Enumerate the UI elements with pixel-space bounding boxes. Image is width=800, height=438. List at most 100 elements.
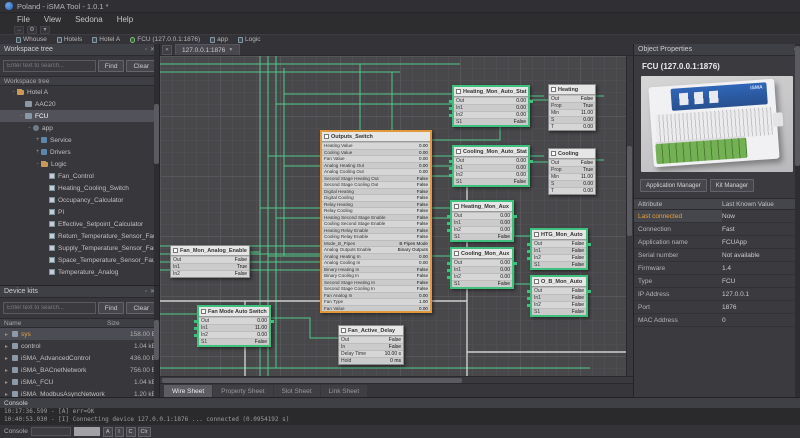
tree-item-heating-cooling-switch[interactable]: Heating_Cooling_Switch <box>0 182 159 194</box>
block-heating-mon-aux[interactable]: Heating_Mon_AuxOut0.00In10.00In20.00S1Fa… <box>450 200 514 242</box>
attribute-row-type[interactable]: TypeFCU <box>634 275 800 288</box>
run-arrow-icon[interactable]: → <box>14 26 24 34</box>
block-fan-mon-analog-enable[interactable]: Fan_Mon_Analog_EnableOutFalseIn1TrueIn2F… <box>170 245 250 278</box>
slot-row: Delay Time10.00 s <box>339 350 403 357</box>
tree-clear-button[interactable]: Clear <box>126 60 156 72</box>
kits-find-button[interactable]: Find <box>98 302 125 314</box>
console-button-c[interactable]: C <box>126 427 136 437</box>
attribute-row-application-name[interactable]: Application nameFCUApp <box>634 236 800 249</box>
menu-help[interactable]: Help <box>110 15 140 24</box>
slot-value: 0.00 <box>583 117 593 123</box>
console-button-i[interactable]: I <box>115 427 124 437</box>
tree-item-return-temperature-sensor-fault[interactable]: Return_Temperature_Sensor_Fault <box>0 230 159 242</box>
block-htg-mon-auto[interactable]: HTG_Mon_AutoOutFalseIn1FalseIn2FalseS1Fa… <box>530 228 588 270</box>
block-heating[interactable]: HeatingOutFalsePropTrueMin11.00S0.00T0.0… <box>548 84 596 131</box>
attribute-row-ip-address[interactable]: IP Address127.0.0.1 <box>634 288 800 301</box>
kit-row-isma-bacnetnetwork[interactable]: ▸iSMA_BACnetNetwork756.00 B <box>0 364 159 376</box>
application-manager-button[interactable]: Application Manager <box>640 179 707 192</box>
tree-item-supply-temperature-sensor-fault[interactable]: Supply_Temperature_Sensor_Fault <box>0 242 159 254</box>
wire-sheet-canvas[interactable]: Outputs_SwitchHeating Value0.00Cooling V… <box>160 56 626 376</box>
tree-item-temperature-analog[interactable]: Temperature_Analog <box>0 266 159 278</box>
block-o-b-mon-auto[interactable]: O_B_Mon_AutoOutFalseIn1FalseIn2FalseS1Fa… <box>530 275 588 317</box>
attribute-row-last-connected[interactable]: Last connectedNow <box>634 210 800 223</box>
slot-value: False <box>417 195 428 200</box>
expander-icon[interactable]: - <box>10 89 17 95</box>
expander-icon[interactable]: + <box>34 149 41 155</box>
tree-item-effective-setpoint-calculator[interactable]: Effective_Setpoint_Calculator <box>0 218 159 230</box>
dropdown-caret-icon[interactable]: ▾ <box>40 26 50 34</box>
sheet-tab-wire-sheet[interactable]: Wire Sheet <box>164 385 212 397</box>
expander-icon[interactable]: ▸ <box>3 367 10 374</box>
console-input-selection[interactable] <box>74 427 100 436</box>
expander-icon[interactable]: + <box>34 137 41 143</box>
expander-icon[interactable]: ▸ <box>3 379 10 386</box>
sheet-tab-property-sheet[interactable]: Property Sheet <box>213 385 272 397</box>
console-button-clr[interactable]: Clr <box>138 427 151 437</box>
kits-search-input[interactable] <box>3 302 96 314</box>
tree-item-logic[interactable]: -Logic <box>0 158 159 170</box>
canvas-horizontal-scrollbar[interactable] <box>160 376 633 383</box>
expander-icon[interactable]: ▸ <box>3 331 10 338</box>
block-cooling-mon-aux[interactable]: Cooling_Mon_AuxOut0.00In10.00In20.00S1Fa… <box>450 247 514 289</box>
tab-app[interactable]: app <box>206 35 232 44</box>
pin-icon[interactable]: ▫ <box>145 47 147 53</box>
expander-icon[interactable]: - <box>18 113 25 119</box>
kit-row-isma-fcu[interactable]: ▸iSMA_FCU1.04 kB <box>0 376 159 388</box>
block-cooling-mon-auto-stat[interactable]: Cooling_Mon_Auto_StatOut0.00In10.00In20.… <box>452 145 530 187</box>
sheet-tab-slot-sheet[interactable]: Slot Sheet <box>274 385 320 397</box>
block-cooling[interactable]: CoolingOutFalsePropTrueMin11.00S0.00T0.0… <box>548 148 596 195</box>
slot-row: In1True <box>171 263 249 270</box>
tree-search-input[interactable] <box>3 60 96 72</box>
kits-clear-button[interactable]: Clear <box>126 302 156 314</box>
tree-item-pi[interactable]: PI <box>0 206 159 218</box>
canvas-vertical-scrollbar[interactable] <box>626 56 633 376</box>
attribute-row-firmware[interactable]: Firmware1.4 <box>634 262 800 275</box>
menu-file[interactable]: File <box>10 15 37 24</box>
tab-logic[interactable]: Logic <box>234 35 265 44</box>
kit-row-sys[interactable]: ▸sys158.00 B <box>0 328 159 340</box>
sheet-tab-link-sheet[interactable]: Link Sheet <box>321 385 368 397</box>
settings-gear-icon[interactable]: ⚙ <box>27 26 37 34</box>
tree-item-fan-control[interactable]: Fan_Control <box>0 170 159 182</box>
tree-item-occupancy-calculator[interactable]: Occupancy_Calculator <box>0 194 159 206</box>
tab-whouse[interactable]: Whouse <box>12 35 51 44</box>
tree-item-hotel-a[interactable]: -Hotel A <box>0 86 159 98</box>
kits-col-name[interactable]: Name <box>4 320 107 327</box>
kit-row-isma-advancedcontrol[interactable]: ▸iSMA_AdvancedControl436.00 B <box>0 352 159 364</box>
tree-item-drivers[interactable]: +Drivers <box>0 146 159 158</box>
tree-item-space-temperature-sensor-fault[interactable]: Space_Temperature_Sensor_Fault <box>0 254 159 266</box>
tab-hotels[interactable]: Hotels <box>53 35 86 44</box>
device-address-tab[interactable]: 127.0.0.1:1876 ▼ <box>175 44 240 55</box>
tree-item-app[interactable]: -app <box>0 122 159 134</box>
console-command-input[interactable] <box>31 427 71 436</box>
tree-scrollbar[interactable] <box>154 44 159 285</box>
block-heating-mon-auto-stat[interactable]: Heating_Mon_Auto_StatOut0.00In10.00In20.… <box>452 85 530 127</box>
tree-item-fcu[interactable]: -FCU <box>0 110 159 122</box>
attribute-row-serial-number[interactable]: Serial numberNot available <box>634 249 800 262</box>
tree-find-button[interactable]: Find <box>98 60 125 72</box>
collapse-sidebar-button[interactable]: « <box>162 45 172 55</box>
block-fan-active-delay[interactable]: Fan_Active_DelayOutFalseInFalseDelay Tim… <box>338 325 404 365</box>
console-button-a[interactable]: A <box>103 427 113 437</box>
expander-icon[interactable]: - <box>26 125 33 131</box>
expander-icon[interactable]: ▸ <box>3 343 10 350</box>
menu-view[interactable]: View <box>37 15 68 24</box>
menu-sedona[interactable]: Sedona <box>68 15 110 24</box>
attribute-row-mac-address[interactable]: MAC Address0 <box>634 314 800 327</box>
tab-fcu-127-0-0-1-1876[interactable]: FCU (127.0.0.1:1876) <box>126 35 204 44</box>
kit-manager-button[interactable]: Kit Manager <box>710 179 754 192</box>
tree-item-service[interactable]: +Service <box>0 134 159 146</box>
props-scrollbar[interactable] <box>795 44 800 397</box>
kits-scrollbar[interactable] <box>154 286 159 397</box>
expander-icon[interactable]: - <box>34 161 41 167</box>
tab-hotel-a[interactable]: Hotel A <box>88 35 124 44</box>
attribute-row-port[interactable]: Port1876 <box>634 301 800 314</box>
block-fan-mode-auto-switch[interactable]: Fan Mode Auto SwitchOut0.00In111.00In20.… <box>197 305 271 347</box>
kit-row-control[interactable]: ▸control1.04 kB <box>0 340 159 352</box>
block-outputs-switch[interactable]: Outputs_SwitchHeating Value0.00Cooling V… <box>320 130 432 313</box>
attribute-row-connection[interactable]: ConnectionFast <box>634 223 800 236</box>
pin-icon[interactable]: ▫ <box>145 289 147 295</box>
kits-col-size[interactable]: Size <box>107 320 155 327</box>
tree-item-aac20[interactable]: AAC20 <box>0 98 159 110</box>
expander-icon[interactable]: ▸ <box>3 355 10 362</box>
